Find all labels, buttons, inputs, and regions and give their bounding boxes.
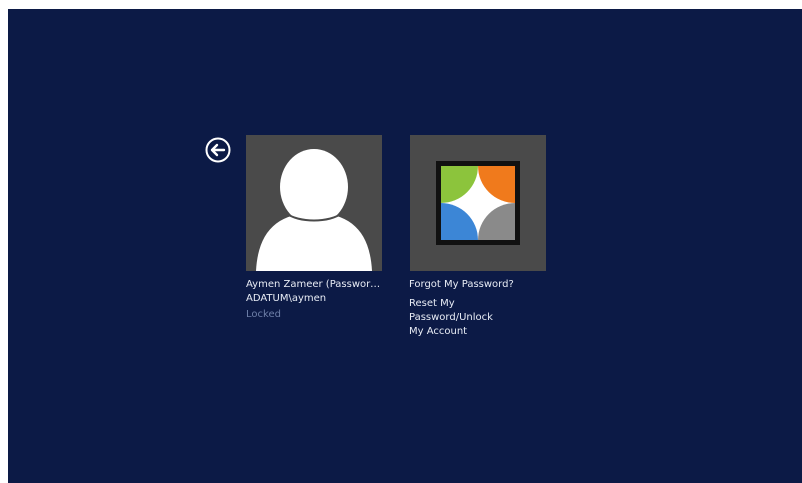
forgot-password-line-2: My Account [409,326,468,337]
back-arrow-icon[interactable] [205,137,231,163]
lock-screen: Aymen Zameer (PasswordC... ADATUM\aymen … [8,9,802,483]
user-avatar-icon [256,149,372,271]
forgot-password-title: Forgot My Password? [409,279,514,290]
forgot-password-line-1: Reset My Password/Unlock [409,298,493,323]
password-portal-logo-icon [441,166,515,240]
forgot-password-description: Reset My Password/Unlock My Account [409,297,539,339]
user-display-name: Aymen Zameer (PasswordC... [246,279,382,290]
password-portal-logo-frame [436,161,520,245]
user-domain-account: ADATUM\aymen [246,293,327,304]
forgot-password-tile[interactable] [410,135,546,271]
user-status-label: Locked [246,309,281,320]
user-account-tile[interactable] [246,135,382,271]
